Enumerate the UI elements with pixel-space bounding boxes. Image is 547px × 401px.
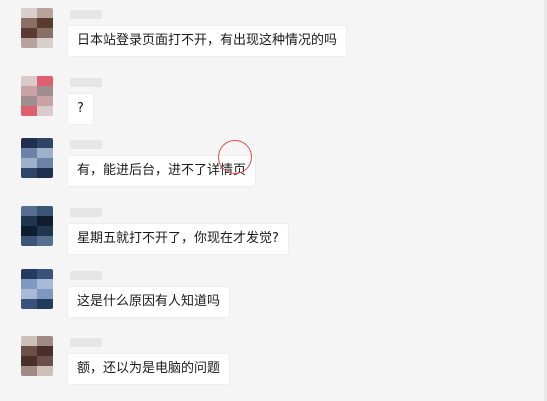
- avatar-mosaic-tile: [21, 299, 37, 309]
- avatar-mosaic-tile: [21, 38, 37, 48]
- sender-name-blurred: [70, 140, 102, 149]
- avatar-mosaic-tile: [37, 96, 53, 106]
- avatar-mosaic-tile: [37, 279, 53, 289]
- avatar-mosaic-tile: [37, 226, 53, 236]
- avatar-mosaic-tile: [21, 269, 37, 279]
- sender-name-blurred: [70, 271, 102, 280]
- avatar-mosaic-tile: [21, 8, 37, 18]
- sender-name-blurred: [70, 10, 102, 19]
- avatar-mosaic-tile: [21, 226, 37, 236]
- chat-message: ?: [0, 76, 547, 138]
- avatar-mosaic-tile: [37, 18, 53, 28]
- message-bubble[interactable]: ?: [67, 93, 94, 125]
- avatar-mosaic-tile: [37, 168, 53, 178]
- avatar[interactable]: [21, 76, 53, 116]
- avatar-mosaic-tile: [37, 299, 53, 309]
- avatar-mosaic-tile: [37, 206, 53, 216]
- avatar-mosaic-tile: [37, 106, 53, 116]
- avatar-mosaic-tile: [37, 269, 53, 279]
- sender-name-blurred: [70, 338, 102, 347]
- avatar-mosaic-tile: [21, 366, 37, 376]
- avatar-mosaic-tile: [37, 8, 53, 18]
- message-bubble[interactable]: 额，还以为是电脑的问题: [67, 353, 231, 385]
- avatar[interactable]: [21, 206, 53, 246]
- avatar-mosaic-tile: [37, 236, 53, 246]
- avatar[interactable]: [21, 8, 53, 48]
- avatar-mosaic-tile: [21, 236, 37, 246]
- avatar-mosaic-tile: [21, 148, 37, 158]
- message-bubble[interactable]: 日本站登录页面打不开，有出现这种情况的吗: [67, 25, 348, 57]
- avatar-mosaic-tile: [21, 336, 37, 346]
- chat-message: 星期五就打不开了，你现在才发觉?: [0, 206, 547, 268]
- avatar-mosaic-tile: [21, 289, 37, 299]
- chat-message: 额，还以为是电脑的问题: [0, 336, 547, 398]
- chat-message: 这是什么原因有人知道吗: [0, 269, 547, 331]
- avatar-mosaic-tile: [37, 216, 53, 226]
- sender-name-blurred: [70, 78, 102, 87]
- avatar[interactable]: [21, 336, 53, 376]
- chat-message: 有，能进后台，进不了详情页: [0, 138, 547, 200]
- avatar-mosaic-tile: [37, 289, 53, 299]
- sender-name-blurred: [70, 208, 102, 217]
- message-bubble[interactable]: 星期五就打不开了，你现在才发觉?: [67, 223, 289, 255]
- avatar-mosaic-tile: [21, 216, 37, 226]
- avatar-mosaic-tile: [37, 346, 53, 356]
- avatar-mosaic-tile: [37, 28, 53, 38]
- avatar-mosaic-tile: [21, 346, 37, 356]
- avatar-mosaic-tile: [37, 38, 53, 48]
- avatar-mosaic-tile: [21, 28, 37, 38]
- avatar-mosaic-tile: [21, 18, 37, 28]
- avatar-mosaic-tile: [37, 148, 53, 158]
- avatar-mosaic-tile: [37, 86, 53, 96]
- avatar-mosaic-tile: [37, 356, 53, 366]
- avatar-mosaic-tile: [21, 206, 37, 216]
- avatar-mosaic-tile: [21, 279, 37, 289]
- avatar-mosaic-tile: [21, 158, 37, 168]
- avatar-mosaic-tile: [21, 106, 37, 116]
- avatar-mosaic-tile: [37, 76, 53, 86]
- chat-message: 日本站登录页面打不开，有出现这种情况的吗: [0, 8, 547, 70]
- chat-message-list: 日本站登录页面打不开，有出现这种情况的吗 ? 有，能进后台，进不了详情页 星期五…: [0, 0, 547, 401]
- message-bubble[interactable]: 有，能进后台，进不了详情页: [67, 155, 257, 187]
- avatar-mosaic-tile: [37, 336, 53, 346]
- avatar-mosaic-tile: [21, 96, 37, 106]
- avatar-mosaic-tile: [21, 86, 37, 96]
- avatar-mosaic-tile: [21, 356, 37, 366]
- avatar-mosaic-tile: [21, 76, 37, 86]
- avatar[interactable]: [21, 269, 53, 309]
- avatar-mosaic-tile: [37, 138, 53, 148]
- message-bubble[interactable]: 这是什么原因有人知道吗: [67, 286, 231, 318]
- avatar-mosaic-tile: [37, 158, 53, 168]
- avatar-mosaic-tile: [37, 366, 53, 376]
- avatar[interactable]: [21, 138, 53, 178]
- avatar-mosaic-tile: [21, 168, 37, 178]
- avatar-mosaic-tile: [21, 138, 37, 148]
